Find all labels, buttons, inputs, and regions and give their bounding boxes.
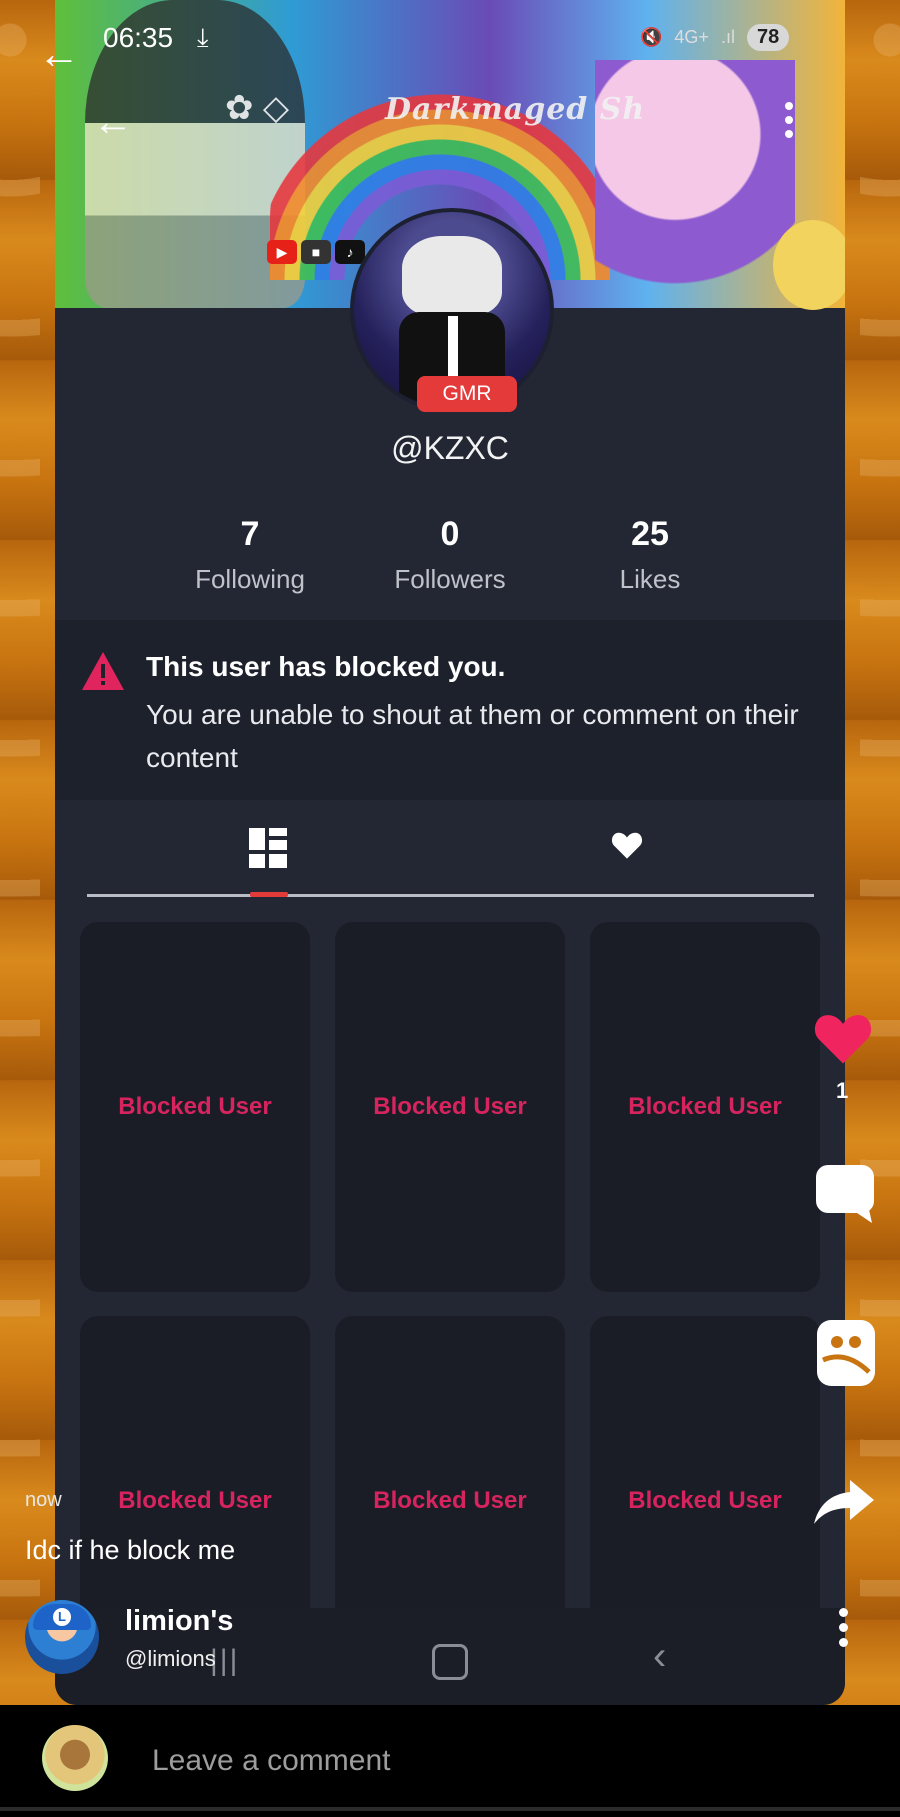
share-arrow-icon[interactable] bbox=[814, 1480, 874, 1524]
current-user-avatar bbox=[42, 1725, 108, 1791]
home-icon bbox=[432, 1644, 468, 1680]
network-label: 4G+ bbox=[674, 27, 709, 47]
grid-item-label: Blocked User bbox=[628, 1093, 782, 1120]
warning-icon bbox=[82, 652, 124, 690]
grid-item-label: Blocked User bbox=[373, 1487, 527, 1514]
tiktok-icon: ♪ bbox=[335, 240, 365, 264]
stat-likes: 25 Likes bbox=[555, 515, 745, 595]
grid-item: Blocked User bbox=[590, 922, 820, 1292]
active-tab-indicator bbox=[250, 892, 288, 897]
blocked-message: You are unable to shout at them or comme… bbox=[146, 699, 799, 773]
remix-icon[interactable] bbox=[817, 1320, 875, 1386]
stat-value: 7 bbox=[240, 515, 260, 553]
grid-item-label: Blocked User bbox=[628, 1487, 782, 1514]
banner-dog bbox=[773, 220, 845, 310]
signal-icon: .ıl bbox=[720, 27, 735, 47]
tabs-divider bbox=[87, 894, 814, 897]
comment-input[interactable] bbox=[150, 1735, 754, 1787]
stat-label: Following bbox=[195, 564, 305, 594]
like-heart-icon[interactable] bbox=[812, 1010, 874, 1066]
youtube-icon: ▶ bbox=[267, 240, 297, 264]
profile-screenshot: ✿ ◇ Darkmaged Sh ▶ ■ ♪ ← GMR @KZXC 7 Fol… bbox=[55, 0, 845, 1705]
grid-view-icon bbox=[249, 828, 287, 868]
blocked-title: This user has blocked you. bbox=[146, 651, 506, 682]
profile-stats: 7 Following 0 Followers 25 Likes bbox=[55, 515, 845, 605]
back-arrow-icon[interactable]: ← bbox=[38, 30, 80, 78]
grid-item-label: Blocked User bbox=[118, 1093, 272, 1120]
nav-back-icon: ‹ bbox=[653, 1634, 667, 1678]
stat-label: Likes bbox=[619, 564, 681, 594]
stat-following: 7 Following bbox=[155, 515, 345, 595]
comment-bubble-icon[interactable] bbox=[816, 1165, 874, 1223]
liked-tab-heart-icon bbox=[611, 832, 643, 859]
like-count: 1 bbox=[836, 1078, 849, 1103]
grid-item: Blocked User bbox=[80, 922, 310, 1292]
post-caption: Idc if he block me bbox=[25, 1535, 236, 1565]
avatar-cap-letter-icon: L bbox=[53, 1608, 71, 1626]
author-name[interactable]: limion's bbox=[125, 1605, 233, 1638]
avatar-face bbox=[402, 236, 502, 316]
grid-item-label: Blocked User bbox=[373, 1093, 527, 1120]
stat-followers: 0 Followers bbox=[355, 515, 545, 595]
roblox-icon: ■ bbox=[301, 240, 331, 264]
grid-item: Blocked User bbox=[335, 922, 565, 1292]
role-badge: GMR bbox=[417, 376, 517, 412]
inner-more-icon bbox=[785, 102, 793, 138]
stat-label: Followers bbox=[394, 564, 506, 594]
mute-icon: 🔇 bbox=[640, 27, 663, 47]
post-time: now bbox=[25, 1489, 62, 1511]
battery-indicator: 78 bbox=[746, 24, 790, 51]
more-options-icon[interactable] bbox=[839, 1608, 848, 1647]
profile-tabs bbox=[55, 800, 845, 900]
banner-title: Darkmaged Sh bbox=[385, 92, 646, 127]
inner-back-arrow-icon: ← bbox=[93, 100, 133, 144]
status-time: 06:35 bbox=[103, 22, 174, 53]
author-handle[interactable]: @limions bbox=[125, 1646, 216, 1672]
banner-social-icons: ▶ ■ ♪ bbox=[267, 240, 365, 264]
banner-ornament-icon: ✿ ◇ bbox=[225, 89, 290, 127]
comment-bar bbox=[0, 1705, 900, 1817]
download-icon: ⤓ bbox=[197, 22, 209, 52]
stat-value: 0 bbox=[440, 515, 460, 553]
blocked-notice: This user has blocked you. You are unabl… bbox=[55, 620, 845, 800]
profile-username: @KZXC bbox=[391, 430, 509, 466]
bottom-divider bbox=[0, 1807, 900, 1811]
status-icons: 🔇 4G+ .ıl 78 bbox=[640, 24, 790, 51]
stat-value: 25 bbox=[631, 515, 669, 553]
grid-item-label: Blocked User bbox=[118, 1487, 272, 1514]
background-pattern-right bbox=[860, 0, 900, 1817]
author-avatar[interactable]: L bbox=[25, 1600, 99, 1674]
